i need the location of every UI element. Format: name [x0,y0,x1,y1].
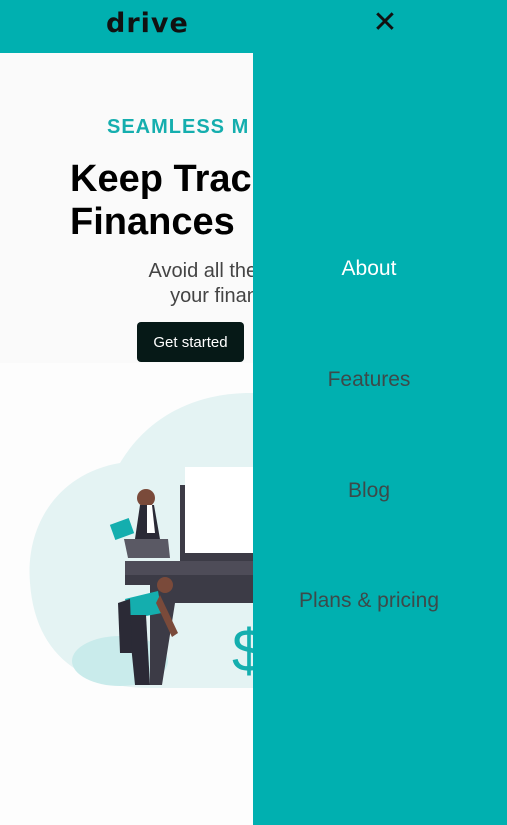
hero-eyebrow: SEAMLESS M [107,116,250,138]
menu-item-features[interactable]: Features [253,368,485,392]
hero-headline: Keep Trac Finances [70,158,252,244]
headline-line-2: Finances [70,201,235,243]
menu-item-about[interactable]: About [253,257,485,281]
headline-line-1: Keep Trac [70,158,252,200]
menu-item-plans-pricing[interactable]: Plans & pricing [253,589,485,613]
menu-item-blog[interactable]: Blog [253,479,485,503]
get-started-button[interactable]: Get started [137,322,244,362]
close-icon[interactable]: ✕ [370,8,400,38]
logo[interactable]: drive [106,8,189,39]
nav-drawer [253,0,507,825]
